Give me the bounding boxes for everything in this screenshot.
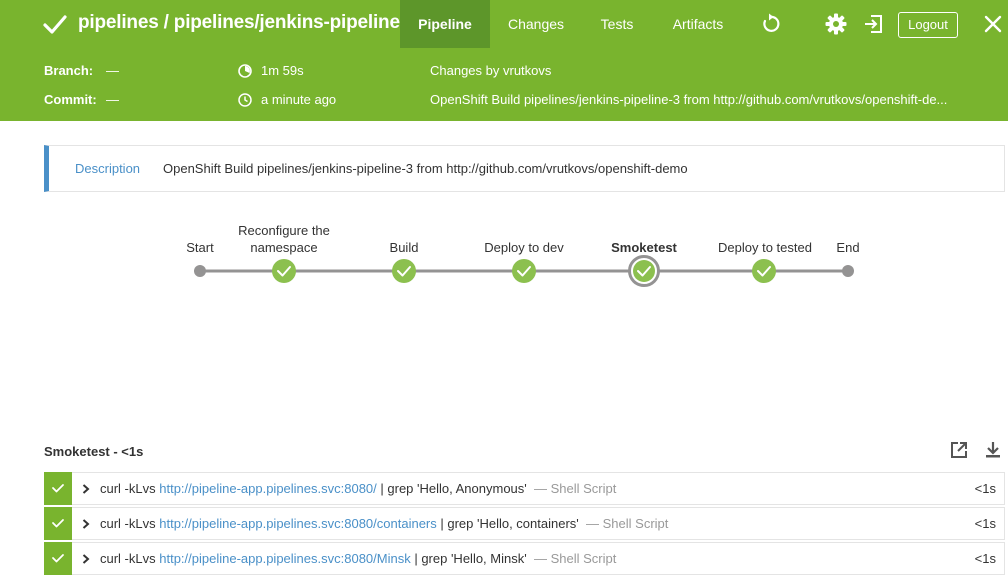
step-duration: <1s — [974, 481, 996, 496]
clock-icon — [238, 93, 252, 107]
chevron-right-icon[interactable] — [82, 554, 90, 564]
steps-title: Smoketest - <1s — [44, 444, 144, 459]
started-time: a minute ago — [261, 92, 337, 107]
step-row[interactable]: curl -kLvs http://pipeline-app.pipelines… — [44, 507, 1005, 540]
step-row[interactable]: curl -kLvs http://pipeline-app.pipelines… — [44, 542, 1005, 575]
description-label: Description — [75, 161, 141, 176]
step-status-success — [44, 507, 72, 540]
open-external-icon[interactable] — [949, 440, 969, 460]
checkmark-icon — [52, 484, 64, 493]
duration-value: 1m 59s — [261, 63, 304, 78]
step-status-success — [44, 542, 72, 575]
commit-value: — — [106, 92, 119, 107]
tab-artifacts[interactable]: Artifacts — [660, 0, 736, 48]
branch-value: — — [106, 63, 119, 78]
chevron-right-icon[interactable] — [82, 484, 90, 494]
tab-changes[interactable]: Changes — [496, 0, 576, 48]
checkmark-icon — [52, 554, 64, 563]
branch-label: Branch: — [44, 63, 94, 78]
description-panel: Description OpenShift Build pipelines/je… — [44, 145, 1005, 192]
chevron-right-icon[interactable] — [82, 519, 90, 529]
logout-button[interactable]: Logout — [898, 12, 958, 38]
step-duration: <1s — [974, 551, 996, 566]
stage-node-reconfigure[interactable] — [272, 259, 296, 283]
replay-icon[interactable] — [759, 13, 781, 35]
stage-node-deploy-dev[interactable] — [512, 259, 536, 283]
tab-pipeline[interactable]: Pipeline — [400, 0, 490, 48]
step-duration: <1s — [974, 516, 996, 531]
checkmark-icon — [43, 15, 67, 34]
step-url-link[interactable]: http://pipeline-app.pipelines.svc:8080/M… — [159, 551, 410, 566]
step-url-link[interactable]: http://pipeline-app.pipelines.svc:8080/ — [159, 481, 377, 496]
stage-node-deploy-tested[interactable] — [752, 259, 776, 283]
stage-node-build[interactable] — [392, 259, 416, 283]
step-command: curl -kLvs http://pipeline-app.pipelines… — [100, 516, 669, 531]
pipeline-graph: Start Reconfigure the namespace Build Dep… — [0, 210, 1008, 310]
end-node — [842, 265, 854, 277]
commit-label: Commit: — [44, 92, 97, 107]
checkmark-icon — [52, 519, 64, 528]
step-url-link[interactable]: http://pipeline-app.pipelines.svc:8080/c… — [159, 516, 437, 531]
close-icon[interactable] — [982, 13, 1004, 35]
step-command: curl -kLvs http://pipeline-app.pipelines… — [100, 551, 617, 566]
pipeline-track — [194, 255, 854, 287]
description-text: OpenShift Build pipelines/jenkins-pipeli… — [163, 161, 688, 176]
step-status-success — [44, 472, 72, 505]
duration-icon — [238, 64, 252, 78]
tab-tests[interactable]: Tests — [588, 0, 646, 48]
gear-icon[interactable] — [825, 13, 847, 35]
start-node — [194, 265, 206, 277]
page-title: pipelines / pipelines/jenkins-pipeline 3 — [78, 12, 416, 33]
step-command: curl -kLvs http://pipeline-app.pipelines… — [100, 481, 617, 496]
step-row[interactable]: curl -kLvs http://pipeline-app.pipelines… — [44, 472, 1005, 505]
top-navigation-bar: pipelines / pipelines/jenkins-pipeline 3… — [0, 0, 1008, 48]
build-cause: OpenShift Build pipelines/jenkins-pipeli… — [430, 92, 948, 107]
download-icon[interactable] — [983, 440, 1003, 460]
run-details: Branch: — Commit: — 1m 59s a minute ago … — [0, 48, 1008, 121]
stage-node-smoketest[interactable] — [628, 255, 660, 287]
exit-icon[interactable] — [863, 13, 885, 35]
changes-by: Changes by vrutkovs — [430, 63, 552, 78]
